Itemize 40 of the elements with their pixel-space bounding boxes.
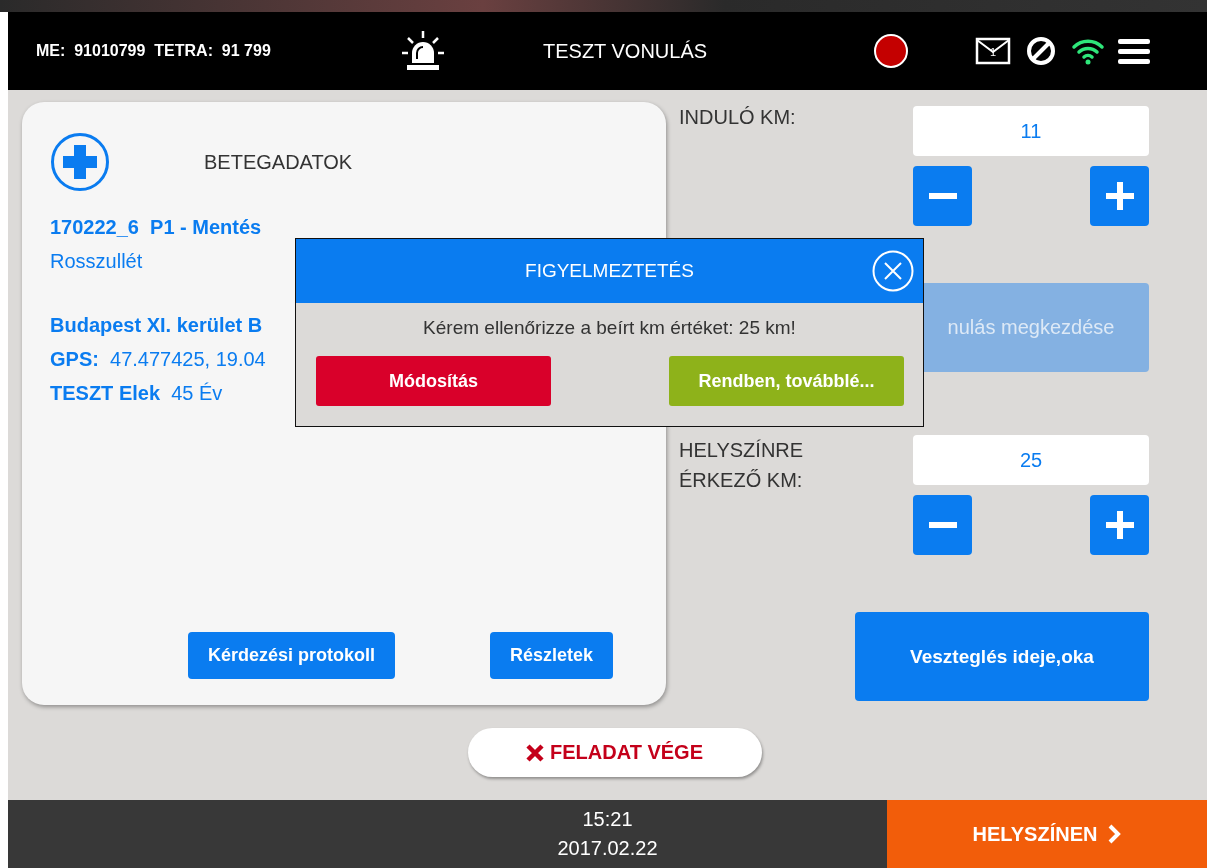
medical-cross-icon: [50, 132, 110, 192]
km-input-field[interactable]: 11: [913, 106, 1149, 156]
patient-info-line: 170222_6 P1 - Mentés: [50, 215, 262, 240]
minus-button[interactable]: [913, 495, 972, 555]
km-input-field[interactable]: 25: [913, 435, 1149, 485]
date-text: 2017.02.22: [557, 836, 658, 861]
unit-info: ME: 91010799 TETRA: 91 799: [36, 42, 272, 60]
app-title: TESZT VONULÁS: [543, 39, 709, 63]
menu-icon[interactable]: [1117, 37, 1151, 65]
patient-info-line: Budapest XI. kerület B: [50, 313, 263, 338]
patient-info-line: TESZT Elek 45 Év: [50, 381, 223, 406]
dialog-button[interactable]: Rendben, továbblé...: [669, 356, 904, 406]
siren-icon: [400, 29, 446, 73]
chevron-icon: [1107, 823, 1122, 845]
plus-icon: [1105, 511, 1134, 539]
wifi-icon: [1071, 37, 1105, 65]
plus-button[interactable]: [1090, 166, 1149, 226]
block-icon[interactable]: [1025, 35, 1057, 67]
dialog-title: FIGYELMEZTETÉS: [525, 260, 694, 282]
close-icon[interactable]: [872, 250, 914, 292]
km-label: INDULÓ KM:: [679, 105, 797, 130]
close-icon: [526, 743, 544, 762]
card-button[interactable]: Kérdezési protokoll: [188, 632, 396, 679]
card-title: BETEGADATOK: [204, 150, 353, 174]
record-indicator-icon: [873, 33, 909, 69]
minus-button[interactable]: [913, 166, 972, 226]
next-button[interactable]: HELYSZÍNEN: [887, 800, 1207, 868]
plus-button[interactable]: [1090, 495, 1149, 555]
minus-icon: [928, 522, 957, 528]
minus-icon: [928, 193, 957, 199]
card-button[interactable]: Részletek: [490, 632, 614, 679]
time-text: 15:21: [582, 807, 633, 832]
end-task-button[interactable]: FELADAT VÉGE: [467, 728, 762, 777]
dialog-button[interactable]: Módosítás: [316, 356, 551, 406]
plus-icon: [1105, 182, 1134, 210]
patient-info-line: GPS: 47.477425, 19.04: [50, 347, 266, 372]
dialog-message: Kérem ellenőrizze a beírt km értéket: 25 km!: [423, 317, 796, 339]
patient-info-line: Rosszullét: [50, 249, 143, 274]
delay-button[interactable]: Veszteglés ideje,oka: [855, 612, 1149, 701]
km-label: HELYSZÍNRE ÉRKEZŐ KM:: [679, 438, 805, 493]
